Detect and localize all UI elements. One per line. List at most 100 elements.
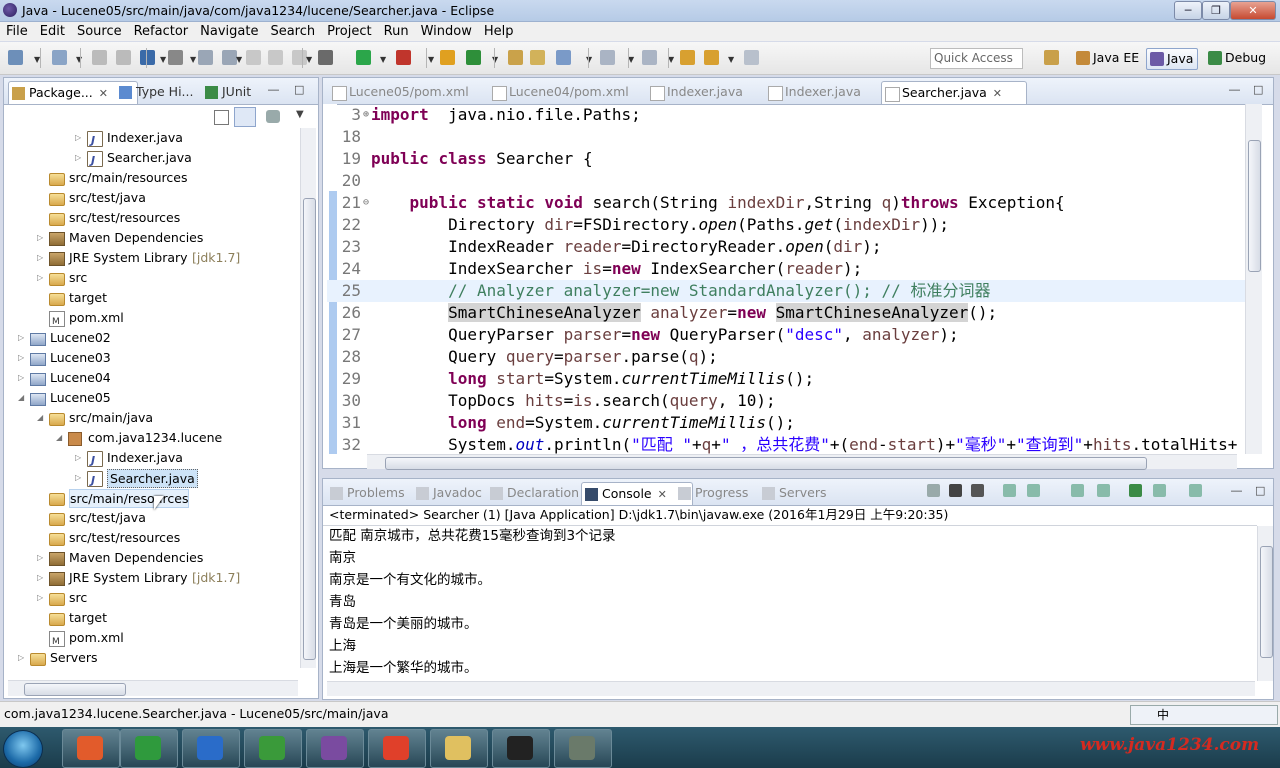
next-annotation-icon[interactable] xyxy=(642,50,657,65)
tree-item[interactable]: ▷ Servers xyxy=(4,648,300,668)
ime-toolbar[interactable]: 中 xyxy=(1130,705,1278,725)
remove-launch-icon[interactable] xyxy=(949,484,962,497)
tree-item[interactable]: src/main/resources xyxy=(4,488,300,508)
collapse-all-icon[interactable] xyxy=(214,110,229,125)
editor-vscrollbar[interactable] xyxy=(1245,104,1262,454)
tool-c-icon[interactable] xyxy=(292,50,307,65)
open-console-icon[interactable] xyxy=(1189,484,1202,497)
collapsed-arrow-icon[interactable]: ▷ xyxy=(37,568,43,588)
tree-item[interactable]: ▷ Indexer.java xyxy=(4,128,300,151)
collapsed-arrow-icon[interactable]: ▷ xyxy=(18,368,24,388)
perspective-debug[interactable]: Debug xyxy=(1205,48,1270,68)
minimize-editor-icon[interactable]: ― xyxy=(1229,83,1240,96)
editor-hscroll-thumb[interactable] xyxy=(385,457,1147,470)
expanded-arrow-icon[interactable]: ◢ xyxy=(37,408,43,428)
show-on-output-icon[interactable] xyxy=(1071,484,1084,497)
expanded-arrow-icon[interactable]: ◢ xyxy=(18,388,24,408)
collapsed-arrow-icon[interactable]: ▷ xyxy=(18,328,24,348)
taskbar-button[interactable] xyxy=(430,729,488,768)
scroll-lock-icon[interactable] xyxy=(1003,484,1016,497)
menu-file[interactable]: File xyxy=(0,22,34,41)
expanded-arrow-icon[interactable]: ◢ xyxy=(56,428,62,448)
close-tab-icon[interactable]: ✕ xyxy=(99,87,108,100)
tree-item[interactable]: target xyxy=(4,288,300,308)
tree-item[interactable]: ▷ Lucene03 xyxy=(4,348,300,368)
tree-item[interactable]: ◢ src/main/java xyxy=(4,408,300,428)
code-area[interactable]: 3 ⊕ import java.nio.file.Paths; 18 19 public … xyxy=(327,104,1247,454)
display-console-icon[interactable] xyxy=(1153,484,1166,497)
quick-access-input[interactable]: Quick Access xyxy=(930,48,1023,69)
taskbar-button[interactable] xyxy=(368,729,426,768)
dropdown-arrow-icon[interactable]: ▼ xyxy=(492,55,498,64)
editor-tab[interactable]: Lucene04/pom.xml xyxy=(489,81,659,103)
tool-a-icon[interactable] xyxy=(246,50,261,65)
tree-item[interactable]: ▷ Maven Dependencies xyxy=(4,548,300,568)
debug-icon[interactable] xyxy=(318,50,333,65)
open-task-icon[interactable] xyxy=(530,50,545,65)
start-button[interactable] xyxy=(3,730,43,768)
remove-all-icon[interactable] xyxy=(971,484,984,497)
tree-item[interactable]: target xyxy=(4,608,300,628)
tree-item[interactable]: ▷ Searcher.java xyxy=(4,148,300,171)
collapsed-arrow-icon[interactable]: ▷ xyxy=(37,548,43,568)
terminate-icon[interactable] xyxy=(927,484,940,497)
taskbar-button[interactable] xyxy=(244,729,302,768)
pin-console-icon[interactable] xyxy=(1129,484,1142,497)
close-tab-icon[interactable]: ✕ xyxy=(658,488,667,501)
search-icon[interactable] xyxy=(556,50,571,65)
tree-item[interactable]: src/test/resources xyxy=(4,528,300,548)
collapsed-arrow-icon[interactable]: ▷ xyxy=(18,648,24,668)
collapsed-arrow-icon[interactable]: ▷ xyxy=(37,268,43,288)
tree-item[interactable]: src/test/resources xyxy=(4,208,300,228)
dropdown-arrow-icon[interactable]: ▼ xyxy=(380,55,386,64)
taskbar-button[interactable] xyxy=(120,729,178,768)
forward-icon[interactable] xyxy=(704,50,719,65)
menu-source[interactable]: Source xyxy=(71,22,128,41)
wizard-icon[interactable] xyxy=(222,50,237,65)
tree-vscroll-thumb[interactable] xyxy=(303,198,316,660)
dropdown-arrow-icon[interactable]: ▼ xyxy=(728,55,734,64)
tree-item[interactable]: pom.xml xyxy=(4,628,300,652)
console-vscroll-thumb[interactable] xyxy=(1260,546,1273,658)
run-icon[interactable] xyxy=(356,50,371,65)
show-on-error-icon[interactable] xyxy=(1097,484,1110,497)
back-icon[interactable] xyxy=(680,50,695,65)
menu-refactor[interactable]: Refactor xyxy=(128,22,195,41)
view-menu-icon[interactable]: ▼ xyxy=(296,109,304,120)
tool-b-icon[interactable] xyxy=(268,50,283,65)
tree-item[interactable]: ▷ JRE System Library [jdk1.7] xyxy=(4,568,300,588)
word-wrap-icon[interactable] xyxy=(1027,484,1040,497)
taskbar-button[interactable] xyxy=(62,729,120,768)
tree-item[interactable]: ▷ Maven Dependencies xyxy=(4,228,300,248)
dropdown-arrow-icon[interactable]: ▼ xyxy=(160,55,166,64)
save-all-icon[interactable] xyxy=(116,50,131,65)
sync-icon[interactable] xyxy=(198,50,213,65)
menu-navigate[interactable]: Navigate xyxy=(194,22,264,41)
save-icon[interactable] xyxy=(92,50,107,65)
toggle-mark-icon[interactable] xyxy=(168,50,183,65)
collapsed-arrow-icon[interactable]: ▷ xyxy=(75,128,81,148)
console-output[interactable]: 匹配 南京城市，总共花费15毫秒查询到3个记录 南京 南京是一个有文化的城市。 青岛青… xyxy=(323,525,1253,681)
menu-search[interactable]: Search xyxy=(264,22,321,41)
tree-item[interactable]: ▷ src xyxy=(4,588,300,608)
new-icon[interactable] xyxy=(8,50,23,65)
dropdown-arrow-icon[interactable]: ▼ xyxy=(190,55,196,64)
perspective-java[interactable]: Java xyxy=(1146,48,1199,70)
editor-hscrollbar[interactable] xyxy=(367,454,1237,470)
run-ext-icon[interactable] xyxy=(396,50,411,65)
dropdown-arrow-icon[interactable]: ▼ xyxy=(236,55,242,64)
tree-item[interactable]: ▷ JRE System Library [jdk1.7] xyxy=(4,248,300,268)
editor-tab[interactable]: Searcher.java ✕ xyxy=(881,81,1027,104)
tree-item[interactable]: ▷ Indexer.java xyxy=(4,448,300,471)
tree-item[interactable]: pom.xml xyxy=(4,308,300,332)
last-edit-icon[interactable] xyxy=(744,50,759,65)
tree-vscrollbar[interactable] xyxy=(300,128,316,668)
perspective-java-ee[interactable]: Java EE xyxy=(1073,48,1143,68)
menu-project[interactable]: Project xyxy=(321,22,377,41)
collapsed-arrow-icon[interactable]: ▷ xyxy=(37,228,43,248)
editor-tab[interactable]: Lucene05/pom.xml xyxy=(329,81,499,103)
collapsed-arrow-icon[interactable]: ▷ xyxy=(75,148,81,168)
editor-tab[interactable]: Indexer.java xyxy=(647,81,779,103)
dropdown-arrow-icon[interactable]: ▼ xyxy=(306,55,312,64)
fold-collapse-icon[interactable]: ⊖ xyxy=(363,192,369,214)
